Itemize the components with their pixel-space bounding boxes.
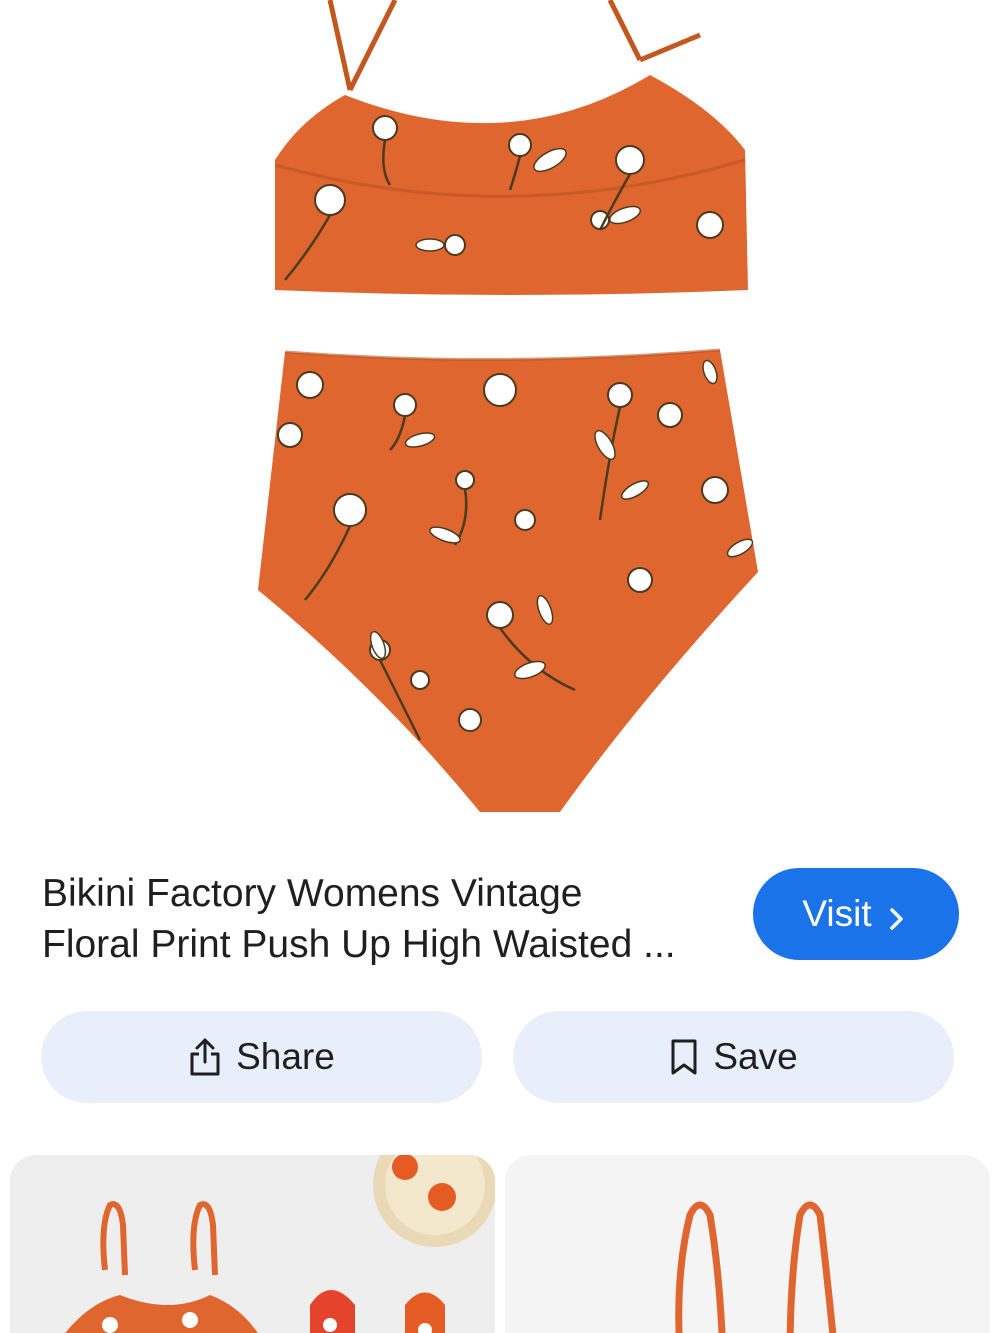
share-button-label: Share [236,1036,335,1077]
visit-button[interactable]: Visit [753,868,959,960]
share-icon [188,1037,222,1077]
share-button[interactable]: Share [41,1011,482,1103]
result-title[interactable]: Bikini Factory Womens Vintage Floral Pri… [42,868,722,970]
bookmark-icon [669,1038,699,1076]
result-title-line-2: Floral Print Push Up High Waisted ... [42,923,676,966]
product-image[interactable] [0,0,1000,830]
result-title-line-1: Bikini Factory Womens Vintage [42,872,583,915]
save-button-label: Save [713,1036,798,1077]
related-swimsuit-image [505,1155,990,1333]
save-button[interactable]: Save [513,1011,954,1103]
orange-floral-bikini-image [258,0,758,812]
related-swimsuit-image [10,1155,495,1333]
visit-button-label: Visit [802,893,872,934]
related-result-card[interactable] [10,1155,495,1333]
chevron-right-icon [882,900,910,930]
related-result-card[interactable] [505,1155,990,1333]
